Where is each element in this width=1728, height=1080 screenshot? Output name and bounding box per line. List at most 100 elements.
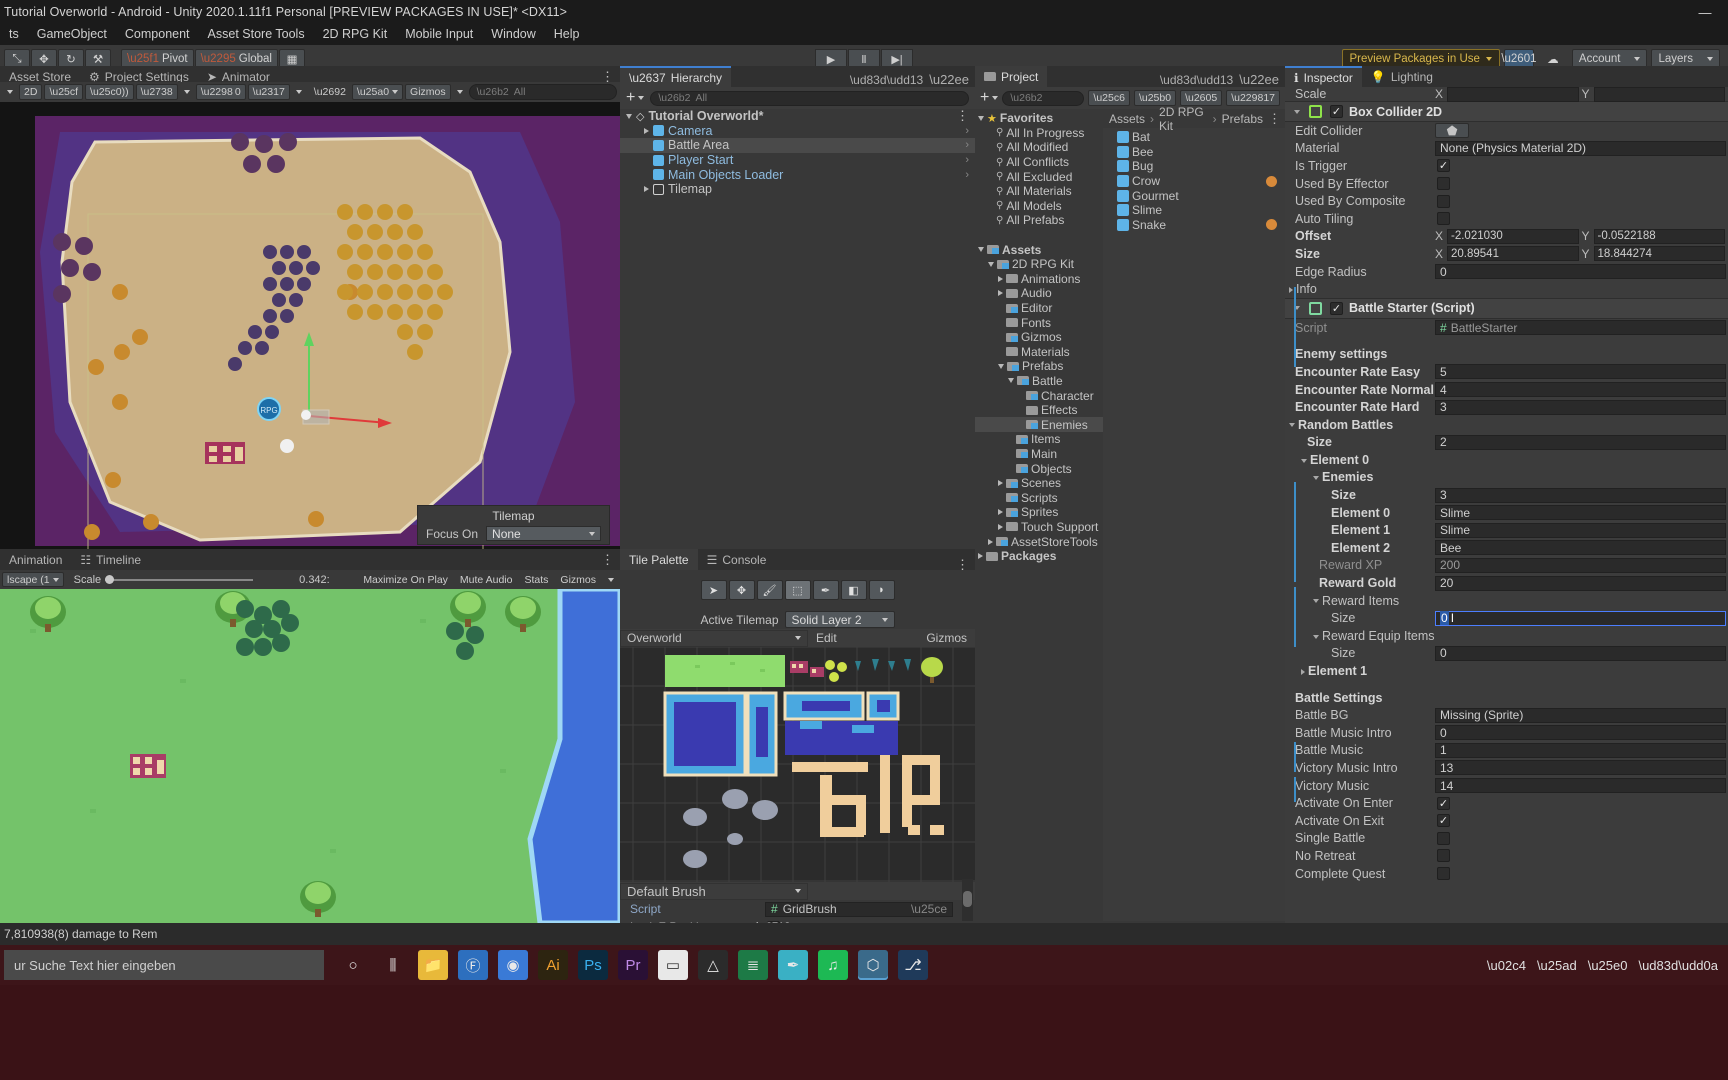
scene-context-menu-icon[interactable]: ⋮	[956, 109, 969, 122]
project-tree-item-all-prefabs[interactable]: ⚲ All Prefabs	[975, 213, 1103, 228]
asset-item-slime[interactable]: Slime	[1103, 203, 1285, 218]
firefox-icon[interactable]: Ⓕ	[458, 950, 488, 980]
project-tree-item-all-in-progress[interactable]: ⚲ All In Progress	[975, 126, 1103, 141]
project-tree-item-audio[interactable]: Audio	[975, 286, 1103, 301]
project-tree-item-scenes[interactable]: Scenes	[975, 476, 1103, 491]
scene-audio-icon[interactable]: \u25c0))	[85, 84, 134, 100]
hierarchy-search-input[interactable]: \u26b2 All	[650, 90, 969, 106]
chevron-down-icon[interactable]	[978, 247, 984, 253]
asset-item-bug[interactable]: Bug	[1103, 159, 1285, 174]
tab-project[interactable]: Project	[975, 66, 1048, 87]
photoshop-icon[interactable]: Ps	[578, 950, 608, 980]
project-tree-item-all-excluded[interactable]: ⚲ All Excluded	[975, 169, 1103, 184]
taskbar-search-input[interactable]: ur Suche Text hier eingeben	[4, 950, 324, 980]
paint-brush-tool-icon[interactable]: 🖌	[756, 580, 783, 600]
inspector-field-y[interactable]: 18.844274	[1593, 246, 1725, 262]
scale-y-field[interactable]	[1593, 87, 1725, 102]
illustrator-icon[interactable]: Ai	[538, 950, 568, 980]
project-tree-item-2d-rpg-kit[interactable]: 2D RPG Kit	[975, 257, 1103, 272]
inspector-checkbox[interactable]	[1437, 212, 1450, 226]
box-fill-tool-icon[interactable]: ⬚	[784, 580, 811, 600]
chevron-right-icon[interactable]: ›	[965, 139, 969, 151]
component-header-battle-starter-script-[interactable]: ✓ Battle Starter (Script)	[1285, 297, 1728, 319]
project-tree-item-touch-support[interactable]: Touch Support	[975, 520, 1103, 535]
chevron-down-icon[interactable]	[1301, 458, 1307, 463]
hierarchy-item-camera[interactable]: Camera ›	[620, 124, 975, 139]
hierarchy-menu-icon[interactable]: \u22ee	[929, 73, 969, 86]
hierarchy-add-button[interactable]: +	[626, 89, 645, 107]
scene-tools-icon[interactable]: \u2692	[310, 84, 350, 100]
project-tree-item-packages[interactable]: Packages	[975, 549, 1103, 564]
scene-grid-icon[interactable]: \u2317	[247, 84, 290, 100]
scene-view-canvas[interactable]: RPG Tilemap Focus On None	[0, 102, 620, 549]
scene-draw-mode-dropdown[interactable]	[3, 84, 17, 100]
scene-gizmos-dropdown[interactable]: Gizmos	[405, 84, 451, 100]
game-view-canvas[interactable]	[0, 589, 620, 923]
inspector-checkbox[interactable]	[1437, 194, 1450, 208]
inspector-field-x[interactable]: 20.89541	[1447, 246, 1579, 262]
chevron-right-icon[interactable]: ›	[965, 154, 969, 166]
premiere-icon[interactable]: Pr	[618, 950, 648, 980]
inspector-field-y[interactable]: -0.0522188	[1593, 228, 1725, 244]
tab-console[interactable]: ☰ Console	[698, 549, 776, 570]
project-tree-item-animations[interactable]: Animations	[975, 272, 1103, 287]
select-tool-icon[interactable]: ➤	[700, 580, 727, 600]
minimize-button[interactable]: —	[1682, 0, 1728, 24]
scene-lighting-icon[interactable]: \u25cf	[44, 84, 84, 100]
project-tree-item-main[interactable]: Main	[975, 447, 1103, 462]
scene-grid-dropdown[interactable]	[292, 84, 306, 100]
move-tool-icon[interactable]: ✥	[728, 580, 755, 600]
menu-item-asset-store-tools[interactable]: Asset Store Tools	[199, 24, 314, 45]
teams-icon[interactable]: ✒	[778, 950, 808, 980]
stats-button[interactable]: Stats	[520, 572, 552, 588]
project-tree-item-materials[interactable]: Materials	[975, 345, 1103, 360]
tile-palette-grid[interactable]	[620, 647, 975, 882]
inspector-checkbox[interactable]	[1437, 177, 1450, 191]
tile-palette-menu-icon[interactable]: ⋮	[956, 558, 969, 571]
project-tree-item-gizmos[interactable]: Gizmos	[975, 330, 1103, 345]
scale-slider[interactable]	[105, 574, 254, 584]
chevron-right-icon[interactable]	[1301, 668, 1305, 675]
project-tree-item-all-materials[interactable]: ⚲ All Materials	[975, 184, 1103, 199]
chevron-down-icon[interactable]	[1294, 109, 1300, 114]
hierarchy-item-tilemap[interactable]: Tilemap	[620, 182, 975, 197]
inspector-field[interactable]: 4	[1435, 382, 1726, 398]
tab-animation[interactable]: Animation	[0, 549, 71, 570]
chevron-right-icon[interactable]	[1289, 286, 1293, 293]
battery-icon[interactable]: \u25ad	[1537, 958, 1577, 973]
inspector-field-active[interactable]: 0I	[1435, 610, 1726, 626]
menu-item-help[interactable]: Help	[545, 24, 589, 45]
cortana-icon[interactable]: ○	[338, 950, 368, 980]
inspector-field[interactable]: Slime	[1435, 522, 1726, 538]
chevron-right-icon[interactable]	[644, 127, 649, 134]
project-tree-item-battle[interactable]: Battle	[975, 374, 1103, 389]
mute-audio-button[interactable]: Mute Audio	[456, 572, 517, 588]
vscode-icon[interactable]: ⎇	[898, 950, 928, 980]
scene-2d-toggle[interactable]: 2D	[19, 84, 43, 100]
inspector-field[interactable]: 14	[1435, 778, 1726, 794]
inspector-field-x[interactable]: -2.021030	[1447, 228, 1579, 244]
scale-x-field[interactable]	[1447, 87, 1579, 102]
inspector-checkbox[interactable]	[1437, 831, 1450, 845]
menu-item-2d-rpg-kit[interactable]: 2D RPG Kit	[314, 24, 397, 45]
project-tree-item-all-modified[interactable]: ⚲ All Modified	[975, 140, 1103, 155]
project-tree-item-objects[interactable]: Objects	[975, 461, 1103, 476]
excel-icon[interactable]: ≣	[738, 950, 768, 980]
hierarchy-item-player-start[interactable]: Player Start ›	[620, 153, 975, 168]
project-tree-item-enemies[interactable]: Enemies	[975, 417, 1103, 433]
project-tree-item-all-conflicts[interactable]: ⚲ All Conflicts	[975, 155, 1103, 170]
breadcrumb-menu-icon[interactable]: ⋮	[1268, 112, 1281, 125]
chevron-right-icon[interactable]	[998, 275, 1003, 282]
scene-fx-dropdown[interactable]	[180, 84, 194, 100]
inspector-field[interactable]: 20	[1435, 575, 1726, 591]
edit-collider-button[interactable]: ⬟	[1435, 123, 1469, 139]
chevron-down-icon[interactable]	[1008, 378, 1014, 384]
chevron-down-icon[interactable]	[1313, 599, 1319, 604]
inspector-field[interactable]: 0	[1435, 725, 1726, 741]
inspector-field[interactable]: 0	[1435, 645, 1726, 661]
picker-tool-icon[interactable]: ✒	[812, 580, 839, 600]
menu-item-gameobject[interactable]: GameObject	[28, 24, 116, 45]
wifi-icon[interactable]: \u25e0	[1588, 958, 1628, 973]
asset-item-bee[interactable]: Bee	[1103, 145, 1285, 160]
inspector-field[interactable]: Slime	[1435, 505, 1726, 521]
